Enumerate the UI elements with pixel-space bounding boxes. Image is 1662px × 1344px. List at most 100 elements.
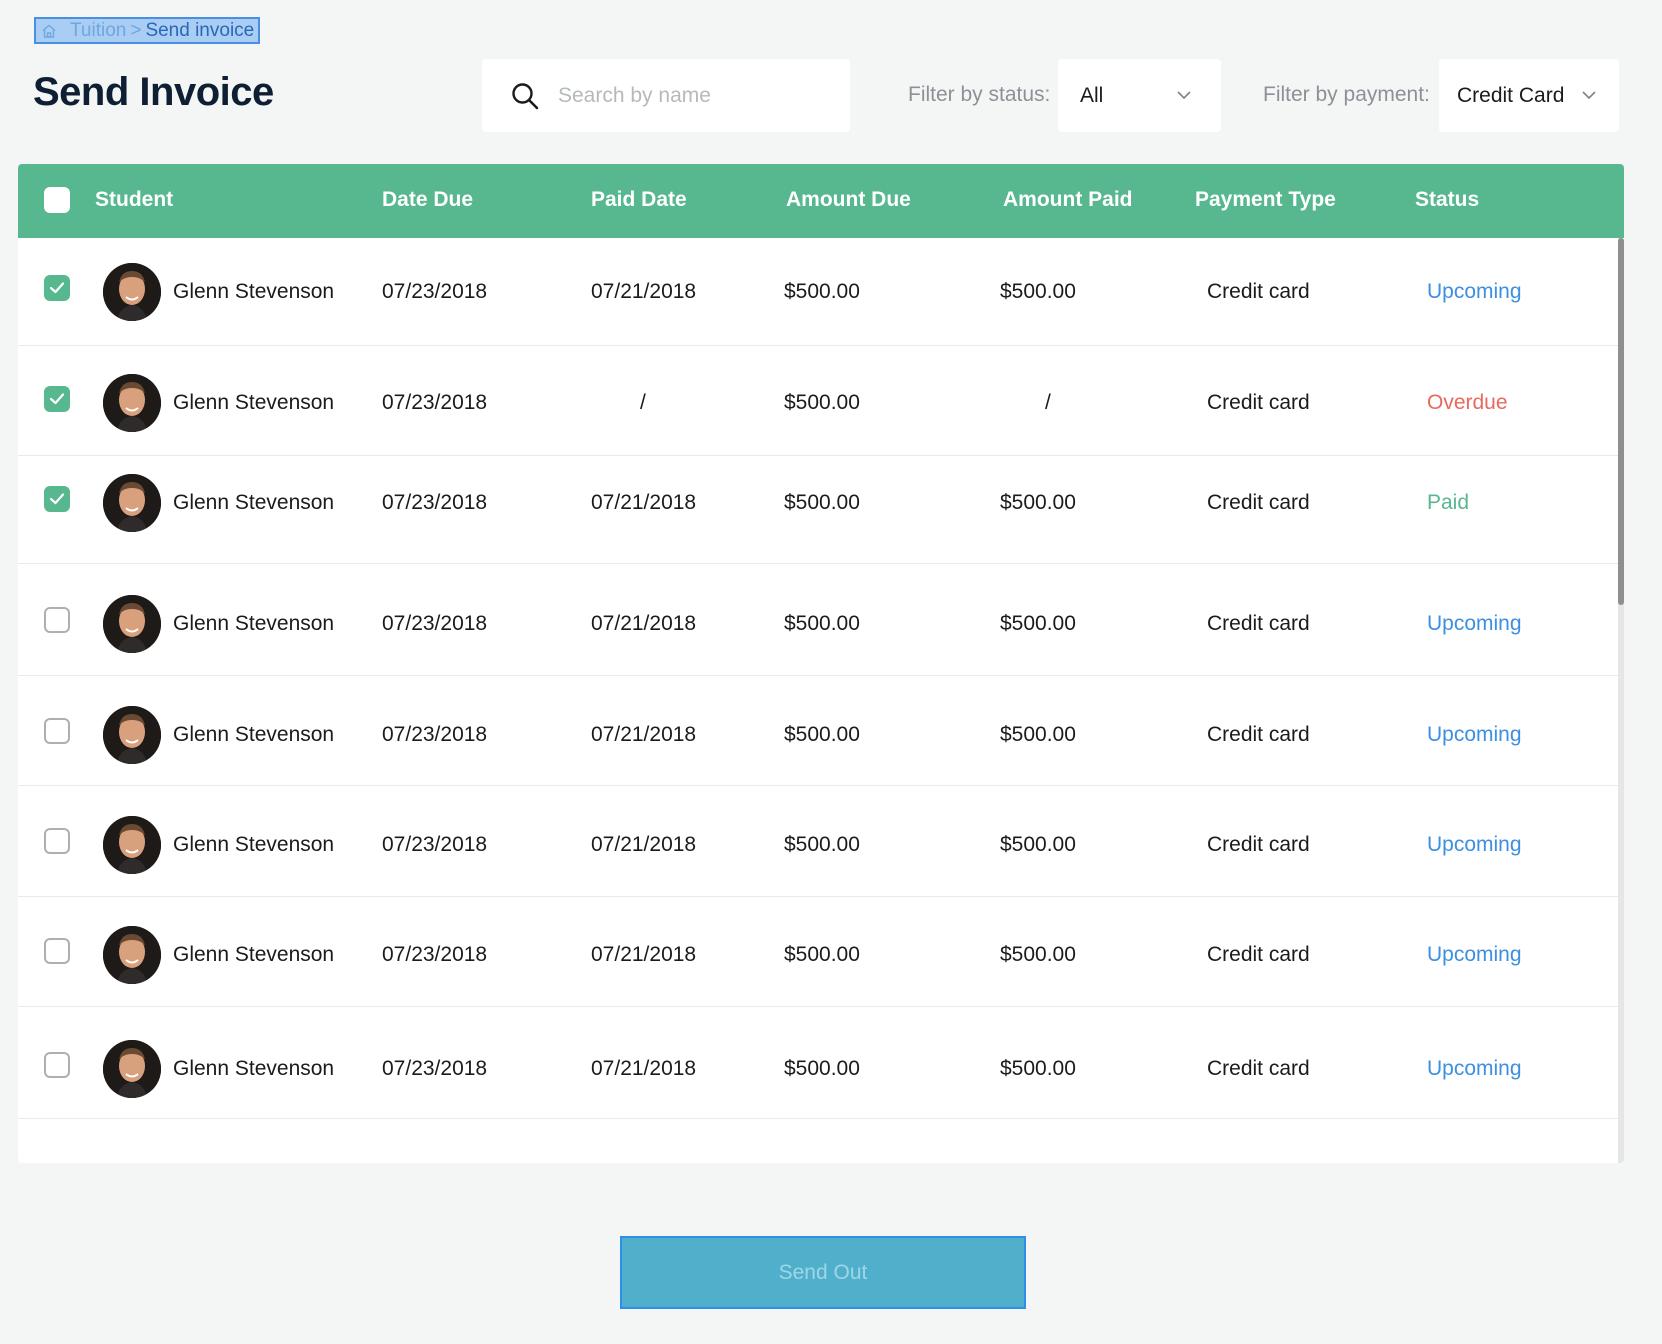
row-checkbox[interactable] [44,718,70,744]
status-cell: Overdue [1427,391,1508,414]
status-cell: Paid [1427,491,1470,514]
row-checkbox[interactable] [44,275,70,301]
row-checkbox[interactable] [44,386,70,412]
table-row[interactable]: Glenn Stevenson 07/23/2018 / $500.00 / Credit… [18,346,1618,456]
avatar [103,595,161,653]
amount-due-cell: $500.00 [784,1057,860,1080]
date-due-cell: 07/23/2018 [382,832,488,856]
column-header-amount-due[interactable]: Amount Due [786,188,911,212]
amount-paid-cell: $500.00 [1000,832,1076,856]
date-due-cell: 07/23/2018 [382,391,488,414]
page-title: Send Invoice [33,70,274,114]
student-name: Glenn Stevenson [173,1057,335,1080]
paid-date-cell: 07/21/2018 [591,723,697,746]
amount-paid-cell: $500.00 [1000,723,1076,746]
avatar [103,706,161,764]
table-row[interactable]: Glenn Stevenson 07/23/2018 07/21/2018 $500.… [18,786,1618,897]
row-checkbox[interactable] [44,1052,70,1078]
student-name: Glenn Stevenson [173,491,335,514]
column-header-payment-type[interactable]: Payment Type [1195,188,1336,212]
amount-due-cell: $500.00 [784,280,860,303]
paid-date-cell: 07/21/2018 [591,943,697,966]
amount-due-cell: $500.00 [784,491,860,514]
filter-status-label: Filter by status: [908,83,1051,106]
student-name: Glenn Stevenson [173,612,335,635]
home-icon[interactable] [38,20,60,42]
date-due-cell: 07/23/2018 [382,1057,488,1080]
avatar [103,263,161,321]
column-header-status[interactable]: Status [1415,188,1479,212]
paid-date-cell: 07/21/2018 [591,832,697,856]
paid-date-cell: 07/21/2018 [591,1057,697,1080]
filter-status-select[interactable]: All [1058,59,1221,132]
table-row[interactable]: Glenn Stevenson 07/23/2018 07/21/2018 $500.… [18,456,1618,564]
student-name: Glenn Stevenson [173,943,335,966]
column-header-student[interactable]: Student [95,188,173,212]
date-due-cell: 07/23/2018 [382,723,488,746]
avatar [103,1040,161,1098]
row-checkbox[interactable] [44,607,70,633]
table-header: Student Date Due Paid Date Amount Due Am… [18,164,1624,238]
table-row[interactable]: Glenn Stevenson 07/23/2018 07/21/2018 $500.… [18,676,1618,786]
column-header-amount-paid[interactable]: Amount Paid [1003,188,1133,212]
status-cell: Upcoming [1427,280,1522,303]
status-cell: Upcoming [1427,612,1522,635]
amount-due-cell: $500.00 [784,612,860,635]
amount-due-cell: $500.00 [784,832,860,856]
amount-due-cell: $500.00 [784,391,860,414]
table-row[interactable]: Glenn Stevenson 07/23/2018 07/21/2018 $500.… [18,897,1618,1007]
search-box[interactable] [482,59,850,132]
search-icon [510,81,540,111]
avatar [103,926,161,984]
breadcrumb: Tuition > Send invoice [34,17,261,44]
row-checkbox[interactable] [44,938,70,964]
select-all-checkbox[interactable] [44,187,70,213]
table-row[interactable]: Glenn Stevenson 07/23/2018 07/21/2018 $500.… [18,1007,1618,1119]
checkmark-icon [49,282,65,294]
checkmark-icon [49,493,65,505]
amount-paid-cell: / [1045,391,1051,414]
student-name: Glenn Stevenson [173,723,335,746]
paid-date-cell: / [640,391,646,414]
send-out-button[interactable]: Send Out [620,1236,1026,1309]
table-row[interactable]: Glenn Stevenson 07/23/2018 07/21/2018 $500.… [18,564,1618,676]
chevron-down-icon [1176,87,1192,103]
payment-type-cell: Credit card [1207,723,1310,746]
filter-status-value: All [1080,83,1104,107]
paid-date-cell: 07/21/2018 [591,612,697,635]
payment-type-cell: Credit card [1207,943,1310,966]
amount-paid-cell: $500.00 [1000,491,1076,514]
status-cell: Upcoming [1427,1057,1522,1080]
paid-date-cell: 07/21/2018 [591,491,697,514]
status-cell: Upcoming [1427,723,1522,746]
avatar [103,474,161,532]
payment-type-cell: Credit card [1207,832,1310,856]
invoice-table: Student Date Due Paid Date Amount Due Am… [18,164,1624,1163]
column-header-date-due[interactable]: Date Due [382,188,473,212]
status-cell: Upcoming [1427,943,1522,966]
row-checkbox[interactable] [44,827,70,854]
search-input[interactable] [556,82,830,109]
payment-type-cell: Credit card [1207,491,1310,514]
scrollbar-thumb[interactable] [1618,238,1624,605]
avatar [103,374,161,432]
student-name: Glenn Stevenson [173,832,335,856]
payment-type-cell: Credit card [1207,1057,1310,1080]
amount-paid-cell: $500.00 [1000,612,1076,635]
table-row[interactable]: Glenn Stevenson 07/23/2018 07/21/2018 $500.… [18,238,1618,346]
payment-type-cell: Credit card [1207,612,1310,635]
date-due-cell: 07/23/2018 [382,280,488,303]
amount-due-cell: $500.00 [784,943,860,966]
paid-date-cell: 07/21/2018 [591,280,697,303]
avatar [103,815,161,874]
breadcrumb-tuition-link[interactable]: Tuition [70,20,126,42]
filter-payment-label: Filter by payment: [1263,83,1430,106]
filter-payment-select[interactable]: Credit Card [1439,59,1619,132]
payment-type-cell: Credit card [1207,391,1310,414]
chevron-down-icon [1581,87,1597,103]
column-header-paid-date[interactable]: Paid Date [591,188,687,212]
row-checkbox[interactable] [44,486,70,512]
student-name: Glenn Stevenson [173,280,335,303]
amount-paid-cell: $500.00 [1000,943,1076,966]
date-due-cell: 07/23/2018 [382,491,488,514]
